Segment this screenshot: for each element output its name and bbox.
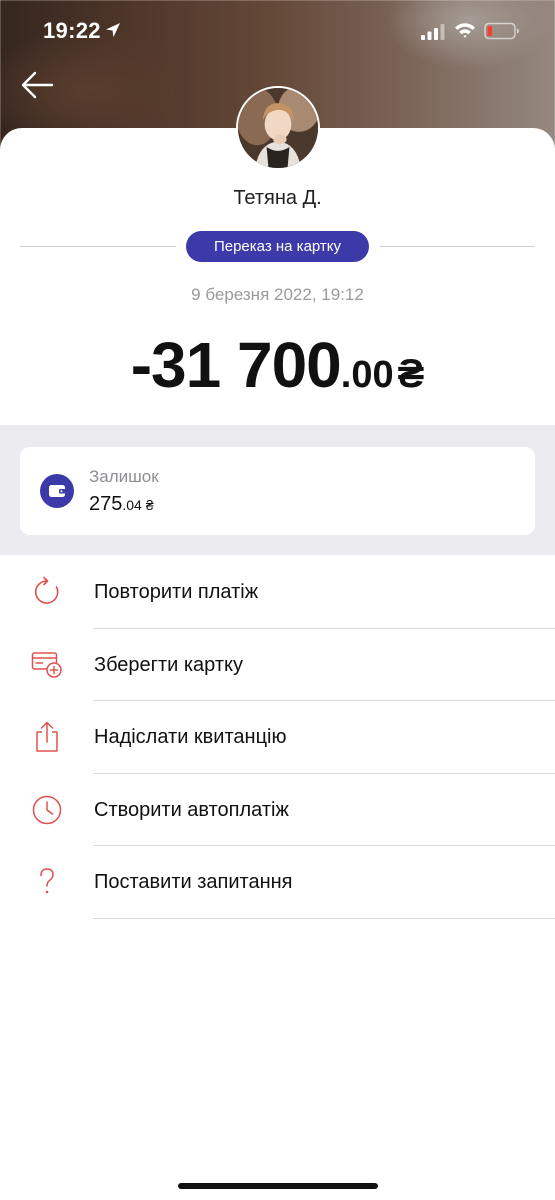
amount-currency: ₴ xyxy=(397,352,425,396)
status-time: 19:22 xyxy=(43,18,101,43)
amount-decimal: .00 xyxy=(340,354,394,396)
repeat-icon xyxy=(34,576,59,604)
transaction-date: 9 березня 2022, 19:12 xyxy=(191,285,364,304)
ask-question-button[interactable]: Поставити запитання xyxy=(0,846,555,919)
divider xyxy=(93,917,555,919)
status-bar: 19:22 xyxy=(0,0,555,62)
balance-label: Залишок xyxy=(89,467,159,486)
category-badge[interactable]: Переказ на картку xyxy=(186,231,369,262)
wallet-icon xyxy=(40,474,74,508)
clock-icon xyxy=(32,795,62,824)
action-label: Повторити платіж xyxy=(94,581,259,603)
action-label: Поставити запитання xyxy=(94,871,293,893)
balance-integer: 275 xyxy=(89,493,123,515)
balance-decimal: .04 xyxy=(122,497,142,513)
balance-value: 275.04 ₴ xyxy=(89,493,154,516)
send-receipt-button[interactable]: Надіслати квитанцію xyxy=(0,701,555,774)
amount-integer: -31 700 xyxy=(130,329,342,401)
action-label: Створити автоплатіж xyxy=(94,798,289,821)
arrow-left-icon[interactable] xyxy=(20,68,54,102)
avatar xyxy=(236,86,320,170)
home-indicator xyxy=(178,1183,378,1189)
battery-low-icon xyxy=(484,22,519,40)
balance-currency: ₴ xyxy=(145,497,154,513)
create-autopayment-button[interactable]: Створити автоплатіж xyxy=(0,774,555,846)
action-label: Зберегти картку xyxy=(94,653,243,676)
transaction-amount: -31 700.00 ₴ xyxy=(0,328,555,402)
action-label: Надіслати квитанцію xyxy=(94,726,287,748)
balance-card: Залишок 275.04 ₴ xyxy=(20,447,535,535)
location-arrow-icon xyxy=(106,23,120,37)
question-icon xyxy=(40,868,54,894)
cellular-signal-icon xyxy=(421,24,445,40)
wifi-icon xyxy=(455,23,475,38)
repeat-payment-button[interactable]: Повторити платіж xyxy=(0,556,555,629)
divider xyxy=(380,246,535,247)
save-card-icon xyxy=(31,651,62,678)
save-card-button[interactable]: Зберегти картку xyxy=(0,629,555,701)
actions-list: Повторити платіж Зберегти картку Надісла… xyxy=(0,556,555,919)
divider xyxy=(20,246,176,247)
share-icon xyxy=(36,721,58,752)
contact-name: Тетяна Д. xyxy=(233,187,322,209)
